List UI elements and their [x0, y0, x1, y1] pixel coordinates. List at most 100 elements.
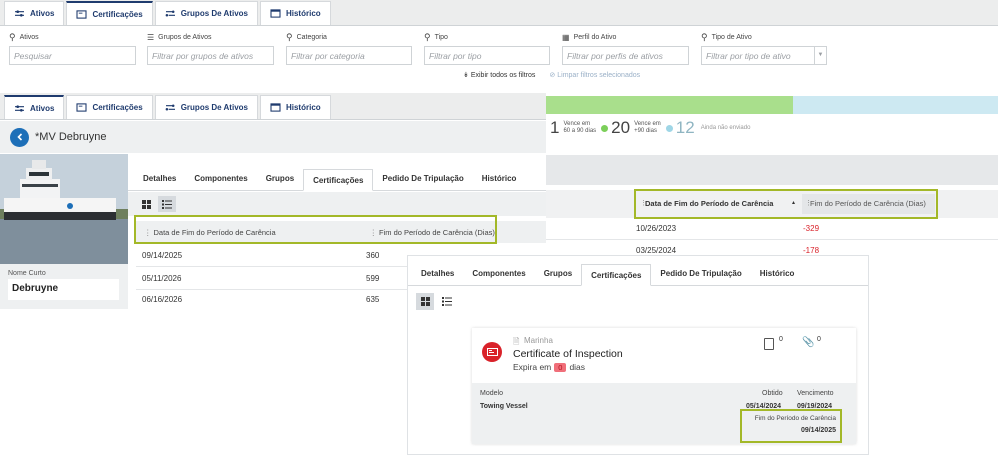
- label-line: Vence em: [634, 121, 661, 127]
- back-button[interactable]: [10, 127, 29, 147]
- certificate-badge-icon: [482, 342, 502, 362]
- groups-filter-input[interactable]: Filtrar por grupos de ativos: [147, 46, 274, 65]
- clear-filters-button[interactable]: ⊘ Limpar filtros selecionados: [549, 71, 640, 79]
- cert-name: Certificate of Inspection: [513, 348, 623, 360]
- asset-photo: [0, 154, 128, 264]
- tab-componentes[interactable]: Componentes: [463, 263, 534, 285]
- attachment-count: 0: [817, 336, 821, 343]
- search-icon: ⚲: [424, 31, 431, 42]
- search-input[interactable]: Pesquisar: [9, 46, 136, 65]
- tab-pedido-tripulacao[interactable]: Pedido De Tripulação: [651, 263, 750, 285]
- row-days: -178: [803, 246, 820, 255]
- search-icon: ⚲: [701, 31, 708, 42]
- tab-certificacoes[interactable]: Certificações: [66, 95, 153, 119]
- tab-label: Histórico: [285, 103, 321, 112]
- select-placeholder: Filtrar por tipo de ativo: [706, 51, 791, 61]
- chevron-left-icon: [16, 133, 22, 141]
- grace-label: Fim do Período de Carência: [754, 415, 836, 422]
- sort-arrow-icon: ▴: [792, 200, 796, 206]
- grace-value: 09/14/2025: [800, 427, 836, 434]
- calendar-icon: [270, 9, 281, 18]
- tab-label: Grupos De Ativos: [180, 103, 248, 112]
- tab-grupos[interactable]: Grupos: [535, 263, 581, 285]
- short-name-value: Debruyne: [8, 279, 119, 300]
- right-col-grace-date[interactable]: Data de Fim do Período de Carência: [645, 199, 773, 208]
- chevron-double-down-icon: ↡: [463, 72, 469, 79]
- filter-perfil: ▦ Perfil do Ativo Filtrar por perfis de a…: [562, 32, 689, 65]
- list-view-button[interactable]: [438, 293, 456, 309]
- towboat-image: [0, 154, 128, 264]
- tab-grupos-de-ativos[interactable]: Grupos De Ativos: [154, 95, 258, 119]
- tab-pedido-tripulacao[interactable]: Pedido De Tripulação: [373, 168, 472, 190]
- list-icon: [442, 296, 452, 306]
- show-filters-label: Exibir todos os filtros: [470, 72, 536, 79]
- status-bar-green: [546, 96, 793, 114]
- certificate-card[interactable]: 🗎 Marinha Certificate of Inspection Expi…: [472, 328, 856, 444]
- grid-view-button[interactable]: [416, 293, 434, 310]
- tab-ativos[interactable]: Ativos: [4, 1, 65, 25]
- top-nav-tabs: Ativos Certificações Grupos De Ativos Hi…: [0, 93, 546, 120]
- show-filters-button[interactable]: ↡ Exibir todos os filtros: [463, 71, 535, 79]
- top-nav-tabs: Ativos Certificações Grupos De Ativos Hi…: [0, 0, 998, 26]
- type-filter-input[interactable]: Filtrar por tipo: [424, 46, 550, 65]
- row-days: 599: [366, 273, 380, 283]
- row-days: 360: [366, 250, 380, 260]
- tab-certificacoes[interactable]: Certificações: [66, 1, 153, 25]
- row-date: 10/26/2023: [636, 224, 677, 233]
- filter-label: Perfil do Ativo: [573, 33, 617, 41]
- groups-icon: ☰: [147, 32, 155, 42]
- label-line: 60 a 90 dias: [563, 128, 597, 134]
- tab-label: Certificações: [92, 103, 143, 112]
- tab-historico[interactable]: Histórico: [259, 95, 331, 119]
- profile-filter-input[interactable]: Filtrar por perfis de ativos: [562, 46, 689, 65]
- tab-certificacoes[interactable]: Certificações: [581, 264, 652, 286]
- category-filter-input[interactable]: Filtrar por categoria: [286, 46, 412, 65]
- grid-icon: [141, 199, 151, 209]
- list-view-button[interactable]: [158, 196, 176, 212]
- certificate-icon: [76, 9, 87, 19]
- row-date: 05/11/2026: [142, 273, 182, 283]
- tab-grupos[interactable]: Grupos: [257, 168, 303, 190]
- expires-line: Expira em 0 dias: [513, 362, 585, 372]
- tab-ativos[interactable]: Ativos: [4, 95, 65, 119]
- toolbar-band: [546, 155, 998, 185]
- grid-view-button[interactable]: [137, 196, 155, 212]
- table-row[interactable]: 10/26/2023 -329: [546, 218, 998, 240]
- asset-type-filter-select[interactable]: Filtrar por tipo de ativo ▼: [701, 46, 827, 65]
- highlight-box: Fim do Período de Carência 09/14/2025: [740, 409, 842, 443]
- filter-label: Categoria: [296, 33, 327, 41]
- filter-label: Ativos: [19, 33, 39, 41]
- grid-icon: [420, 297, 430, 306]
- tab-grupos-de-ativos[interactable]: Grupos De Ativos: [154, 1, 258, 25]
- label-line: Vence em: [563, 121, 591, 127]
- obtained-label: Obtido: [762, 390, 783, 397]
- status-dot-blue: [665, 124, 673, 132]
- right-col-grace-days[interactable]: Fim do Período de Carência (Dias): [810, 199, 926, 208]
- document-count-icon: [764, 338, 774, 350]
- list-icon: [162, 199, 172, 209]
- filter-panel: ⚲ Ativos Pesquisar ☰ Grupos de Ativos Filt…: [0, 26, 998, 92]
- tab-detalhes[interactable]: Detalhes: [412, 263, 463, 285]
- search-icon: ⚲: [286, 31, 293, 42]
- tab-historico[interactable]: Histórico: [751, 263, 804, 285]
- expires-suffix: dias: [569, 362, 586, 372]
- tab-historico[interactable]: Histórico: [259, 1, 331, 25]
- document-count: 0: [779, 336, 783, 343]
- tab-componentes[interactable]: Componentes: [185, 168, 256, 190]
- groups-icon: [165, 104, 175, 111]
- tab-detalhes[interactable]: Detalhes: [134, 168, 185, 190]
- asset-sidebar: Nome Curto Debruyne: [0, 154, 128, 309]
- summary-counts: 1 Vence em 60 a 90 dias 20 Vence em +90 di…: [546, 118, 998, 138]
- right-table-header: ⋮ Data de Fim do Período de Carência ▴ ⋮…: [546, 189, 998, 219]
- due-label: Vencimento: [797, 390, 834, 397]
- tab-certificacoes[interactable]: Certificações: [303, 169, 374, 191]
- tab-label: Ativos: [30, 9, 55, 18]
- tab-label: Ativos: [30, 103, 55, 113]
- tab-historico[interactable]: Histórico: [473, 168, 526, 190]
- short-name-label: Nome Curto: [8, 270, 46, 277]
- label-line: +90 dias: [634, 128, 657, 134]
- model-value: Towing Vessel: [480, 403, 528, 410]
- cert-category: Marinha: [524, 336, 553, 345]
- filter-label: Grupos de Ativos: [158, 33, 212, 41]
- filter-tipo-ativo: ⚲ Tipo de Ativo Filtrar por tipo de ativo…: [701, 32, 827, 65]
